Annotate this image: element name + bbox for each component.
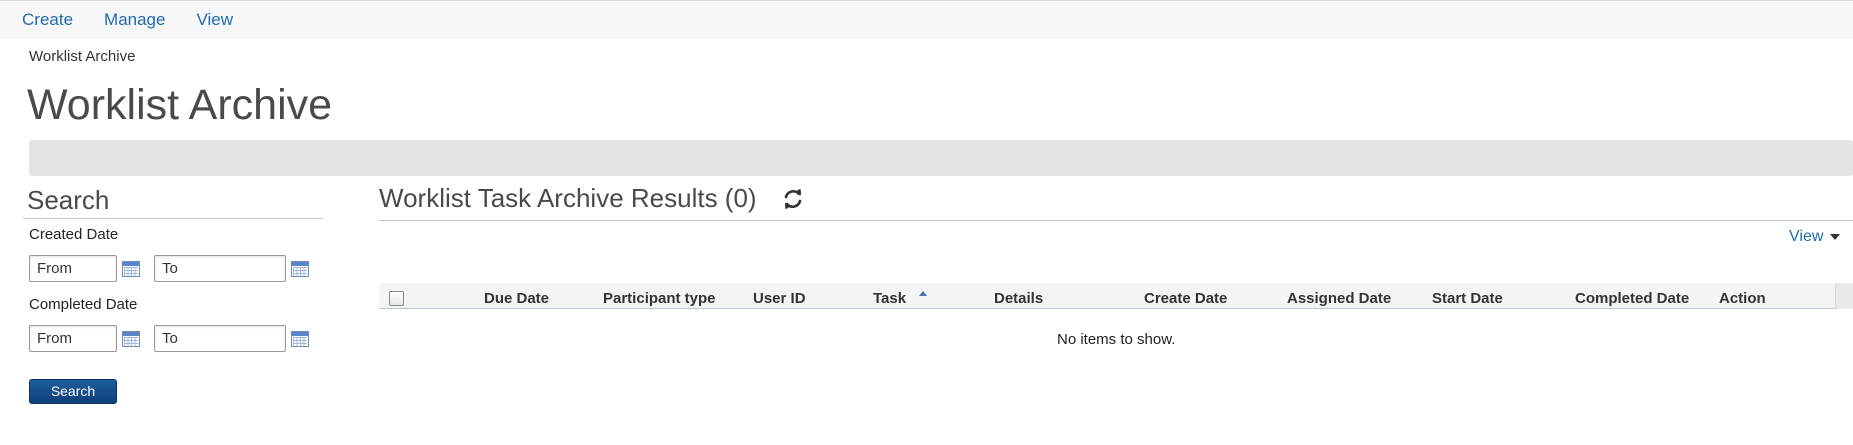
table-scroll-corner [1835, 283, 1853, 309]
column-header-task[interactable]: Task [873, 290, 906, 307]
calendar-icon[interactable] [122, 261, 140, 277]
column-header-action[interactable]: Action [1719, 290, 1766, 307]
sort-ascending-icon [919, 291, 927, 296]
calendar-icon[interactable] [291, 331, 309, 347]
menu-create[interactable]: Create [22, 9, 73, 31]
column-header-assigned-date[interactable]: Assigned Date [1287, 290, 1391, 307]
table-header-row: Due Date Participant type User ID Task D… [379, 283, 1853, 309]
search-panel: Search [23, 182, 323, 219]
top-menu-bar: Create Manage View [0, 0, 1853, 39]
search-title: Search [23, 182, 323, 219]
calendar-icon[interactable] [122, 331, 140, 347]
column-header-due-date[interactable]: Due Date [484, 290, 549, 307]
column-header-completed-date[interactable]: Completed Date [1575, 290, 1689, 307]
completed-to-input[interactable]: To [154, 325, 286, 352]
view-menu-label: View [1789, 228, 1824, 245]
refresh-icon[interactable] [782, 188, 804, 210]
select-all-checkbox[interactable] [389, 291, 404, 306]
created-to-input[interactable]: To [154, 255, 286, 282]
page-title: Worklist Archive [27, 81, 333, 129]
created-date-label: Created Date [29, 226, 119, 243]
column-header-user-id[interactable]: User ID [753, 290, 806, 307]
column-header-create-date[interactable]: Create Date [1144, 290, 1227, 307]
caret-down-icon [1830, 233, 1841, 240]
column-header-details[interactable]: Details [994, 290, 1043, 307]
results-title: Worklist Task Archive Results (0) [379, 183, 757, 213]
column-header-participant-type[interactable]: Participant type [603, 290, 716, 307]
menu-manage[interactable]: Manage [104, 9, 165, 31]
top-nav: Create Manage View [22, 9, 264, 31]
completed-from-input[interactable]: From [29, 325, 117, 352]
menu-view[interactable]: View [196, 9, 233, 31]
toolbar-band [29, 140, 1853, 176]
empty-results-message: No items to show. [1057, 331, 1176, 348]
completed-date-label: Completed Date [29, 296, 138, 313]
created-from-input[interactable]: From [29, 255, 117, 282]
search-button[interactable]: Search [29, 379, 117, 404]
results-divider [379, 220, 1853, 221]
calendar-icon[interactable] [291, 261, 309, 277]
breadcrumb: Worklist Archive [29, 48, 136, 65]
column-header-start-date[interactable]: Start Date [1432, 290, 1503, 307]
view-menu-button[interactable]: View [1789, 228, 1841, 246]
